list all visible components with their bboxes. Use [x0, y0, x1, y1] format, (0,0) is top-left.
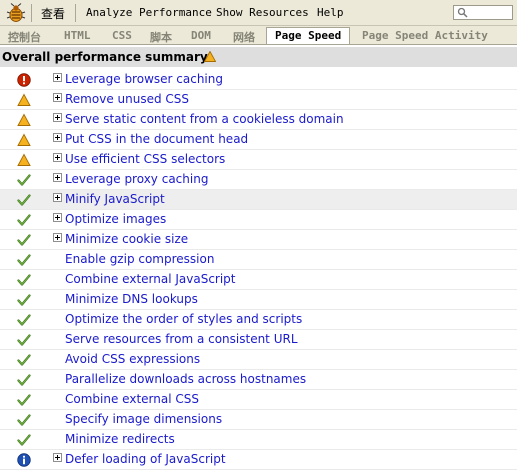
rule-label[interactable]: Combine external JavaScript — [65, 272, 236, 286]
rule-label[interactable]: Defer loading of JavaScript — [65, 452, 226, 466]
rule-label[interactable]: Optimize the order of styles and scripts — [65, 312, 302, 326]
rule-label[interactable]: Enable gzip compression — [65, 252, 214, 266]
warning-icon — [17, 152, 31, 166]
rule-row[interactable]: Minify JavaScript — [0, 190, 517, 210]
expand-plus-icon[interactable] — [53, 173, 62, 182]
toolbar-separator — [75, 4, 76, 22]
checkmark-icon — [17, 192, 31, 206]
rule-row[interactable]: Specify image dimensions — [0, 410, 517, 430]
panel-tabs: 控制台 HTML CSS 脚本 DOM 网络 Page Speed Page S… — [0, 26, 517, 45]
help-menu[interactable]: Help — [317, 6, 344, 19]
warning-icon — [17, 92, 31, 106]
checkmark-icon — [17, 292, 31, 306]
info-icon — [17, 452, 31, 467]
search-input[interactable] — [453, 5, 513, 20]
rule-label[interactable]: Leverage browser caching — [65, 72, 223, 86]
tab-dom[interactable]: DOM — [191, 29, 211, 42]
search-icon — [457, 7, 468, 18]
tab-console[interactable]: 控制台 — [8, 29, 41, 45]
expand-plus-icon[interactable] — [53, 233, 62, 242]
rule-row[interactable]: Optimize the order of styles and scripts — [0, 310, 517, 330]
rule-row[interactable]: Minimize cookie size — [0, 230, 517, 250]
tab-html[interactable]: HTML — [64, 29, 91, 42]
rules-list: Leverage browser caching Remove unused CS… — [0, 70, 517, 470]
expand-plus-icon[interactable] — [53, 193, 62, 202]
checkmark-icon — [17, 352, 31, 366]
rule-label[interactable]: Serve resources from a consistent URL — [65, 332, 298, 346]
rule-row[interactable]: Leverage browser caching — [0, 70, 517, 90]
rule-row[interactable]: Enable gzip compression — [0, 250, 517, 270]
expand-plus-icon[interactable] — [53, 113, 62, 122]
rule-row[interactable]: Combine external CSS — [0, 390, 517, 410]
rule-row[interactable]: Combine external JavaScript — [0, 270, 517, 290]
rule-label[interactable]: Minimize cookie size — [65, 232, 188, 246]
rule-row[interactable]: Parallelize downloads across hostnames — [0, 370, 517, 390]
expand-plus-icon[interactable] — [53, 153, 62, 162]
rule-label[interactable]: Use efficient CSS selectors — [65, 152, 225, 166]
checkmark-icon — [17, 212, 31, 226]
tab-page-speed-activity[interactable]: Page Speed Activity — [362, 29, 488, 42]
analyze-performance-button[interactable]: Analyze Performance — [86, 6, 212, 19]
rule-row[interactable]: Avoid CSS expressions — [0, 350, 517, 370]
rule-label[interactable]: Serve static content from a cookieless d… — [65, 112, 344, 126]
rule-label[interactable]: Combine external CSS — [65, 392, 199, 406]
rule-row[interactable]: Leverage proxy caching — [0, 170, 517, 190]
toolbar: 查看 Analyze Performance Show Resources He… — [0, 0, 517, 26]
checkmark-icon — [17, 172, 31, 186]
checkmark-icon — [17, 372, 31, 386]
checkmark-icon — [17, 312, 31, 326]
tab-script[interactable]: 脚本 — [150, 29, 172, 45]
rule-row[interactable]: Use efficient CSS selectors — [0, 150, 517, 170]
checkmark-icon — [17, 412, 31, 426]
rule-label[interactable]: Optimize images — [65, 212, 166, 226]
tab-page-speed[interactable]: Page Speed — [266, 27, 351, 44]
rule-label[interactable]: Leverage proxy caching — [65, 172, 208, 186]
rule-label[interactable]: Specify image dimensions — [65, 412, 222, 426]
checkmark-icon — [17, 232, 31, 246]
toolbar-separator — [31, 4, 32, 22]
rule-label[interactable]: Parallelize downloads across hostnames — [65, 372, 306, 386]
rule-row[interactable]: Minimize DNS lookups — [0, 290, 517, 310]
expand-plus-icon[interactable] — [53, 133, 62, 142]
rule-label[interactable]: Minimize redirects — [65, 432, 175, 446]
summary-label: Overall performance summary: — [2, 50, 213, 64]
checkmark-icon — [17, 392, 31, 406]
warning-icon — [17, 112, 31, 126]
expand-plus-icon[interactable] — [53, 73, 62, 82]
rule-label[interactable]: Minimize DNS lookups — [65, 292, 198, 306]
rule-label[interactable]: Minify JavaScript — [65, 192, 165, 206]
checkmark-icon — [17, 272, 31, 286]
checkmark-icon — [17, 332, 31, 346]
rule-row[interactable]: Optimize images — [0, 210, 517, 230]
rule-row[interactable]: Minimize redirects — [0, 430, 517, 450]
view-menu[interactable]: 查看 — [41, 5, 65, 22]
tab-net[interactable]: 网络 — [233, 29, 255, 45]
error-icon — [17, 72, 31, 87]
show-resources-button[interactable]: Show Resources — [216, 6, 309, 19]
rule-label[interactable]: Remove unused CSS — [65, 92, 189, 106]
expand-plus-icon[interactable] — [53, 213, 62, 222]
rule-row[interactable]: Put CSS in the document head — [0, 130, 517, 150]
firebug-icon[interactable] — [6, 3, 26, 23]
warning-icon — [204, 51, 216, 62]
checkmark-icon — [17, 432, 31, 446]
tab-css[interactable]: CSS — [112, 29, 132, 42]
rule-row[interactable]: Defer loading of JavaScript — [0, 450, 517, 470]
rule-row[interactable]: Remove unused CSS — [0, 90, 517, 110]
performance-summary-header: Overall performance summary: — [0, 47, 517, 67]
rule-label[interactable]: Put CSS in the document head — [65, 132, 248, 146]
expand-plus-icon[interactable] — [53, 453, 62, 462]
rule-row[interactable]: Serve resources from a consistent URL — [0, 330, 517, 350]
warning-icon — [17, 132, 31, 146]
rule-label[interactable]: Avoid CSS expressions — [65, 352, 200, 366]
checkmark-icon — [17, 252, 31, 266]
rule-row[interactable]: Serve static content from a cookieless d… — [0, 110, 517, 130]
expand-plus-icon[interactable] — [53, 93, 62, 102]
